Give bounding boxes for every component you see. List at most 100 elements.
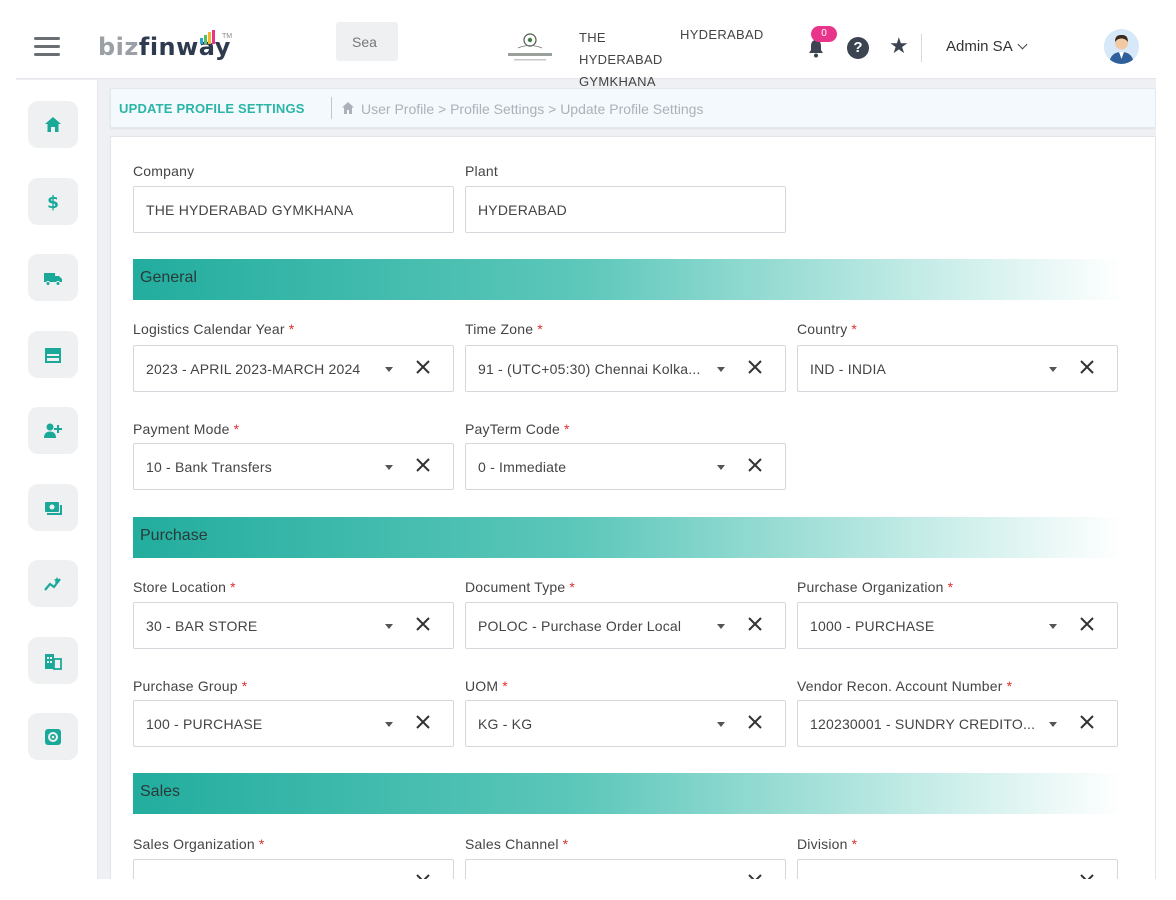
svg-text:$: $: [47, 193, 59, 213]
breadcrumb-divider: [331, 97, 332, 119]
search-input[interactable]: Sea: [336, 22, 398, 61]
country-select[interactable]: IND - INDIA: [797, 345, 1118, 392]
close-icon[interactable]: [414, 456, 432, 474]
country-value: IND - INDIA: [810, 361, 887, 377]
sidebar-item-settings[interactable]: [28, 713, 78, 760]
uom-value: KG - KG: [478, 716, 533, 732]
caret-down-icon[interactable]: [717, 624, 725, 629]
plant-label: Plant: [465, 163, 498, 179]
caret-down-icon[interactable]: [385, 624, 393, 629]
payment-mode-select[interactable]: 10 - Bank Transfers: [133, 443, 454, 490]
page-title: UPDATE PROFILE SETTINGS: [119, 101, 305, 116]
close-icon[interactable]: [746, 872, 764, 879]
vendor-recon-label: Vendor Recon. Account Number *: [797, 678, 1013, 694]
close-icon[interactable]: [746, 358, 764, 376]
close-icon[interactable]: [1078, 358, 1096, 376]
caret-down-icon[interactable]: [1049, 624, 1057, 629]
dollar-icon: $: [47, 193, 59, 213]
division-select[interactable]: [797, 859, 1118, 879]
close-icon[interactable]: [1078, 872, 1096, 879]
division-label: Division *: [797, 836, 858, 852]
store-location-label: Store Location *: [133, 579, 236, 595]
plant-field[interactable]: HYDERABAD: [465, 186, 786, 233]
purchase-group-label: Purchase Group *: [133, 678, 248, 694]
caret-down-icon[interactable]: [717, 722, 725, 727]
caret-down-icon[interactable]: [385, 722, 393, 727]
close-icon[interactable]: [414, 713, 432, 731]
logistics-year-select[interactable]: 2023 - APRIL 2023-MARCH 2024: [133, 345, 454, 392]
caret-down-icon[interactable]: [385, 367, 393, 372]
sidebar-item-users[interactable]: [28, 407, 78, 454]
sidebar-item-analytics[interactable]: [28, 560, 78, 607]
chart-icon: [44, 576, 61, 591]
purchase-org-value: 1000 - PURCHASE: [810, 618, 935, 634]
store-location-value: 30 - BAR STORE: [146, 618, 258, 634]
star-icon[interactable]: ★: [889, 33, 909, 59]
company-value: THE HYDERABAD GYMKHANA: [146, 202, 354, 218]
section-purchase: Purchase: [133, 517, 1123, 558]
close-icon[interactable]: [414, 615, 432, 633]
home-icon[interactable]: [340, 100, 356, 116]
close-icon[interactable]: [1078, 713, 1096, 731]
purchase-group-value: 100 - PURCHASE: [146, 716, 263, 732]
payment-mode-value: 10 - Bank Transfers: [146, 459, 272, 475]
user-name: Admin SA: [946, 38, 1013, 55]
company-field[interactable]: THE HYDERABAD GYMKHANA: [133, 186, 454, 233]
sales-org-label: Sales Organization *: [133, 836, 265, 852]
sidebar-item-finance[interactable]: $: [28, 178, 78, 225]
notification-badge: 0: [811, 26, 837, 42]
profile-settings-form: Company THE HYDERABAD GYMKHANA Plant HYD…: [110, 136, 1156, 879]
company-label: Company: [133, 163, 195, 179]
purchase-group-select[interactable]: 100 - PURCHASE: [133, 700, 454, 747]
caret-down-icon[interactable]: [385, 465, 393, 470]
avatar[interactable]: [1104, 29, 1139, 64]
close-icon[interactable]: [746, 456, 764, 474]
document-type-select[interactable]: POLOC - Purchase Order Local: [465, 602, 786, 649]
hamburger-menu-icon[interactable]: [34, 37, 60, 57]
breadcrumb: UPDATE PROFILE SETTINGS User Profile > P…: [110, 88, 1156, 128]
close-icon[interactable]: [414, 358, 432, 376]
sales-org-select[interactable]: [133, 859, 454, 879]
uom-label: UOM *: [465, 678, 508, 694]
payterm-code-value: 0 - Immediate: [478, 459, 567, 475]
sidebar-item-payments[interactable]: [28, 484, 78, 531]
logistics-year-label: Logistics Calendar Year *: [133, 321, 295, 337]
vendor-recon-select[interactable]: 120230001 - SUNDRY CREDITO...: [797, 700, 1118, 747]
caret-down-icon[interactable]: [1049, 722, 1057, 727]
breadcrumb-path[interactable]: User Profile > Profile Settings > Update…: [361, 101, 703, 117]
user-plus-icon: [44, 423, 62, 438]
store-location-select[interactable]: 30 - BAR STORE: [133, 602, 454, 649]
payment-mode-label: Payment Mode *: [133, 421, 240, 437]
section-sales: Sales: [133, 773, 1123, 814]
sidebar-item-store[interactable]: [28, 331, 78, 378]
sales-channel-select[interactable]: [465, 859, 786, 879]
purchase-org-select[interactable]: 1000 - PURCHASE: [797, 602, 1118, 649]
time-zone-select[interactable]: 91 - (UTC+05:30) Chennai Kolka...: [465, 345, 786, 392]
payterm-code-label: PayTerm Code *: [465, 421, 570, 437]
payterm-code-select[interactable]: 0 - Immediate: [465, 443, 786, 490]
uom-select[interactable]: KG - KG: [465, 700, 786, 747]
document-type-label: Document Type *: [465, 579, 576, 595]
money-icon: [45, 501, 62, 515]
help-icon[interactable]: ?: [847, 37, 869, 59]
chevron-down-icon: [1017, 39, 1028, 50]
plant-value: HYDERABAD: [478, 202, 567, 218]
caret-down-icon[interactable]: [1049, 367, 1057, 372]
close-icon[interactable]: [414, 872, 432, 879]
close-icon[interactable]: [746, 713, 764, 731]
header-divider: [921, 34, 922, 62]
gear-icon: [45, 728, 61, 745]
close-icon[interactable]: [1078, 615, 1096, 633]
logistics-year-value: 2023 - APRIL 2023-MARCH 2024: [146, 361, 361, 377]
vendor-recon-value: 120230001 - SUNDRY CREDITO...: [810, 716, 1036, 732]
time-zone-label: Time Zone *: [465, 321, 543, 337]
close-icon[interactable]: [746, 615, 764, 633]
sidebar-item-organization[interactable]: [28, 637, 78, 684]
truck-icon: [44, 272, 62, 286]
sidebar-item-logistics[interactable]: [28, 254, 78, 301]
user-menu[interactable]: Admin SA: [946, 38, 1028, 55]
caret-down-icon[interactable]: [717, 465, 725, 470]
sidebar-item-home[interactable]: [28, 101, 78, 148]
time-zone-value: 91 - (UTC+05:30) Chennai Kolka...: [478, 361, 701, 377]
caret-down-icon[interactable]: [717, 367, 725, 372]
